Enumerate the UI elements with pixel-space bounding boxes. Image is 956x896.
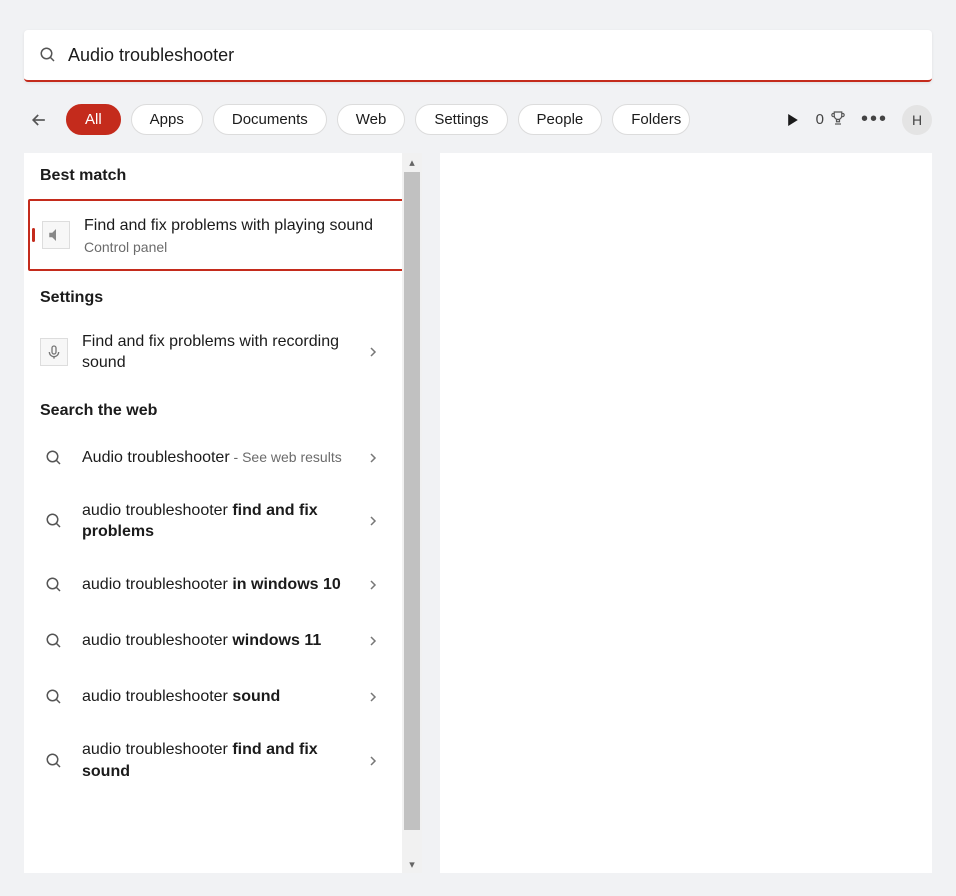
account-avatar[interactable]: H xyxy=(902,105,932,135)
section-best-match-head: Best match xyxy=(24,153,422,195)
result-web-2[interactable]: audio troubleshooter in windows 10 xyxy=(24,557,402,613)
result-best-match-sub: Control panel xyxy=(84,239,398,255)
chevron-right-icon xyxy=(364,580,382,590)
search-icon xyxy=(40,747,68,775)
result-web-3[interactable]: audio troubleshooter windows 11 xyxy=(24,613,402,669)
trophy-icon xyxy=(829,109,847,131)
results-panel: Best match Find and fix problems with pl… xyxy=(24,153,422,873)
search-icon xyxy=(40,444,68,472)
result-settings-recording[interactable]: Find and fix problems with recording sou… xyxy=(24,317,402,388)
result-best-match[interactable]: Find and fix problems with playing sound… xyxy=(28,199,416,271)
speaker-icon xyxy=(42,221,70,249)
section-web-head: Search the web xyxy=(24,388,422,430)
filter-row: All Apps Documents Web Settings People F… xyxy=(24,104,932,135)
search-icon xyxy=(40,683,68,711)
filter-tab-folders[interactable]: Folders xyxy=(612,104,690,135)
filter-tab-web[interactable]: Web xyxy=(337,104,406,135)
more-menu[interactable]: ••• xyxy=(861,108,888,131)
section-settings-head: Settings xyxy=(24,275,422,317)
filter-tab-all[interactable]: All xyxy=(66,104,121,135)
result-web-2-title: audio troubleshooter in windows 10 xyxy=(82,574,350,596)
filter-tabs: All Apps Documents Web Settings People F… xyxy=(66,104,770,135)
chevron-right-icon xyxy=(364,516,382,526)
scroll-thumb[interactable] xyxy=(404,172,420,830)
points-value: 0 xyxy=(816,111,824,128)
results-scrollbar[interactable]: ▴ ▾ xyxy=(402,153,422,873)
result-web-0-title: Audio troubleshooter - See web results xyxy=(82,447,350,469)
result-web-5-title: audio troubleshooter find and fix sound xyxy=(82,739,350,782)
search-bar[interactable] xyxy=(24,30,932,82)
result-best-match-title: Find and fix problems with playing sound xyxy=(84,215,398,237)
search-icon xyxy=(38,45,58,65)
scroll-up-icon[interactable]: ▴ xyxy=(403,153,421,171)
chevron-right-icon xyxy=(364,453,382,463)
result-settings-title: Find and fix problems with recording sou… xyxy=(82,331,350,374)
filter-tab-apps[interactable]: Apps xyxy=(131,104,203,135)
result-web-5[interactable]: audio troubleshooter find and fix sound xyxy=(24,725,402,796)
filters-scroll-right[interactable] xyxy=(782,109,804,131)
result-web-3-title: audio troubleshooter windows 11 xyxy=(82,630,350,652)
result-web-4[interactable]: audio troubleshooter sound xyxy=(24,669,402,725)
search-input[interactable] xyxy=(58,45,918,66)
back-button[interactable] xyxy=(24,105,54,135)
search-icon xyxy=(40,507,68,535)
header-right-controls: 0 ••• H xyxy=(816,105,932,135)
search-icon xyxy=(40,571,68,599)
result-web-1-title: audio troubleshooter find and fix proble… xyxy=(82,500,350,543)
result-web-0[interactable]: Audio troubleshooter - See web results xyxy=(24,430,402,486)
result-web-1[interactable]: audio troubleshooter find and fix proble… xyxy=(24,486,402,557)
scroll-down-icon[interactable]: ▾ xyxy=(403,855,421,873)
results-body: Best match Find and fix problems with pl… xyxy=(24,153,932,873)
chevron-right-icon xyxy=(364,692,382,702)
filter-tab-people[interactable]: People xyxy=(518,104,603,135)
microphone-icon xyxy=(40,338,68,366)
preview-panel xyxy=(440,153,932,873)
chevron-right-icon xyxy=(364,347,382,357)
search-icon xyxy=(40,627,68,655)
chevron-right-icon xyxy=(364,636,382,646)
filter-tab-settings[interactable]: Settings xyxy=(415,104,507,135)
rewards-points[interactable]: 0 xyxy=(816,109,847,131)
result-web-4-title: audio troubleshooter sound xyxy=(82,686,350,708)
filter-tab-documents[interactable]: Documents xyxy=(213,104,327,135)
chevron-right-icon xyxy=(364,756,382,766)
